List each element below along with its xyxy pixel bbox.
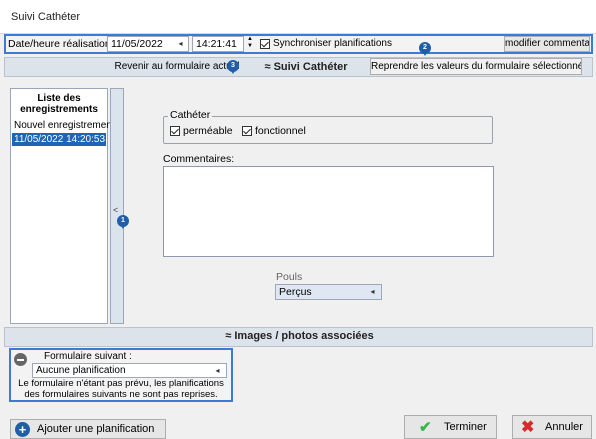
comments-label: Commentaires: [163,153,235,165]
checkmark-icon: ✔ [419,419,432,436]
back-to-current-form-button[interactable]: Revenir au formulaire actuel [113,59,241,75]
pouls-select[interactable]: Perçus ◂ [275,284,382,300]
records-list: Liste des enregistrements Nouvel enregis… [10,88,115,324]
date-value: 11/05/2022 [111,38,163,50]
images-bar-title: ≈ Images / photos associées [225,330,374,342]
finish-button[interactable]: ✔ Terminer [404,415,497,439]
next-form-panel: Formulaire suivant : Aucune planificatio… [9,348,233,402]
records-header: Liste des enregistrements [20,93,98,115]
fonctionnel-checkbox[interactable] [242,126,252,136]
cancel-label: Annuler [545,421,583,433]
plus-icon: + [15,422,30,437]
list-item-selected[interactable]: 11/05/2022 14:20:53 [12,133,106,146]
pouls-value: Perçus [279,286,312,298]
catheter-group: Cathéter perméable fonctionnel [163,109,493,144]
window-title: Suivi Cathéter [11,11,81,23]
date-input[interactable]: 11/05/2022 ◂ [107,36,189,52]
fonctionnel-label: fonctionnel [255,125,306,137]
reprendre-values-button[interactable]: Reprendre les valeurs du formulaire séle… [370,58,582,75]
permeable-checkbox[interactable] [170,126,180,136]
time-spinner-icon[interactable]: ▲ ▼ [245,36,255,52]
badge-1-icon: 1 [117,215,129,229]
date-dropdown-icon[interactable]: ◂ [174,38,187,50]
close-icon: ✖ [521,419,535,436]
next-form-dropdown-icon[interactable]: ◂ [211,365,224,377]
list-item[interactable]: Nouvel enregistrement [14,120,115,131]
badge-3-icon: 3 [227,60,239,74]
collapse-left-icon[interactable]: < [113,205,118,215]
next-form-note: Le formulaire n'étant pas prévu, les pla… [18,378,224,400]
chevron-up-double-icon[interactable]: ≈ [264,61,270,73]
modify-comment-button[interactable]: modifier commentaire ... [504,36,590,52]
date-label: Date/heure réalisation [8,38,111,50]
badge-2-icon: 2 [419,42,431,56]
pouls-dropdown-icon[interactable]: ◂ [366,286,379,298]
next-form-value: Aucune planification [36,365,126,376]
time-input[interactable]: 14:21:41 [192,36,244,52]
datetime-row: Date/heure réalisation 11/05/2022 ◂ 14:2… [4,34,593,54]
cancel-button[interactable]: ✖ Annuler [512,415,592,439]
chevron-down-double-icon[interactable]: ≈ [225,330,231,342]
next-form-select[interactable]: Aucune planification ◂ [32,363,227,378]
sync-label: Synchroniser planifications [273,38,392,49]
form-navigation-bar: Revenir au formulaire actuel 3 ≈ Suivi C… [4,42,593,77]
add-planification-button[interactable]: + Ajouter une planification [10,419,166,439]
next-form-label: Formulaire suivant : [44,351,132,362]
comments-textarea[interactable] [163,166,494,257]
images-bar[interactable]: ≈ Images / photos associées [4,327,593,347]
remove-icon[interactable] [14,353,27,366]
add-planification-label: Ajouter une planification [37,423,155,435]
finish-label: Terminer [444,421,487,433]
panel-splitter[interactable]: < 1 [110,88,129,324]
sync-checkbox[interactable] [260,39,270,49]
section-title: ≈ Suivi Cathéter [264,61,348,73]
time-value: 14:21:41 [196,38,237,50]
catheter-group-title: Cathéter [168,109,213,121]
permeable-label: perméable [183,125,233,137]
pouls-label: Pouls [276,271,303,283]
window-titlebar: Suivi Cathéter [0,0,596,34]
